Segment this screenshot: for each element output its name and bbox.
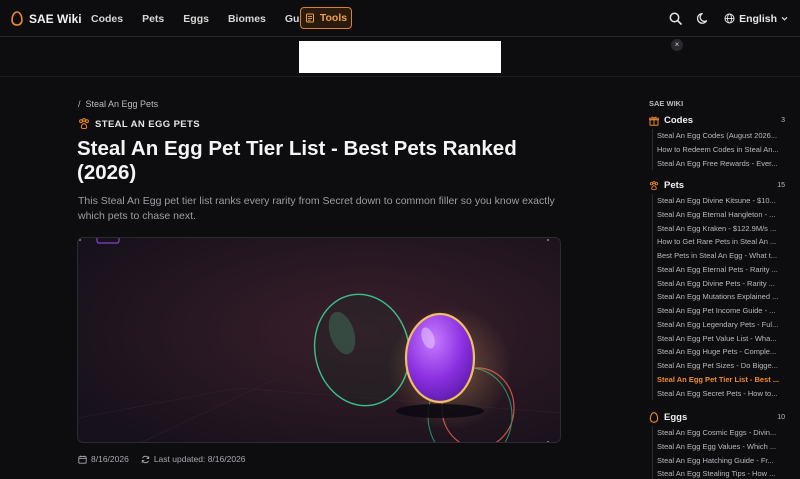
hero-egg-illustration	[78, 238, 560, 442]
published-date-text: 8/16/2026	[91, 454, 129, 464]
sidebar-link[interactable]: Steal An Egg Divine Kitsune - $10...	[653, 194, 785, 208]
egg-logo-icon	[11, 11, 23, 26]
sidebar-section-count: 3	[781, 117, 785, 124]
sidebar-link[interactable]: Steal An Egg Divine Pets - Rarity ...	[653, 277, 785, 291]
brand-link[interactable]: SAE Wiki	[11, 0, 82, 37]
updated-date: Last updated: 8/16/2026	[141, 454, 246, 464]
ad-close-button[interactable]: ×	[671, 39, 683, 51]
search-button[interactable]	[668, 12, 682, 26]
sidebar-link[interactable]: Steal An Egg Hatching Guide - Fr...	[653, 454, 785, 468]
updated-date-text: Last updated: 8/16/2026	[153, 454, 246, 464]
sidebar-title: SAE WIKI	[649, 99, 684, 108]
globe-icon	[724, 13, 735, 24]
sidebar-link[interactable]: Steal An Egg Codes (August 2026...	[653, 129, 785, 143]
sidebar-link[interactable]: Steal An Egg Pet Tier List - Best ...	[653, 373, 785, 387]
tools-button[interactable]: Tools	[300, 7, 352, 29]
sidebar-link[interactable]: Steal An Egg Pet Value List - Wha...	[653, 332, 785, 346]
category-label[interactable]: STEAL AN EGG PETS	[78, 118, 200, 130]
sidebar-link[interactable]: Steal An Egg Pet Sizes - Do Bigge...	[653, 359, 785, 373]
sidebar-link[interactable]: Steal An Egg Stealing Tips - How ...	[653, 467, 785, 479]
moon-icon	[696, 12, 707, 24]
breadcrumb-link[interactable]: Steal An Egg Pets	[86, 99, 159, 109]
gift-icon	[649, 116, 659, 126]
sidebar-link[interactable]: Steal An Egg Egg Values - Which ...	[653, 440, 785, 454]
language-selector[interactable]: English	[724, 13, 788, 25]
nav-link-codes[interactable]: Codes	[91, 13, 123, 25]
chevron-down-icon	[781, 16, 788, 21]
sidebar-link-list: Steal An Egg Codes (August 2026... How to…	[652, 129, 785, 171]
sidebar-link[interactable]: Steal An Egg Huge Pets - Comple...	[653, 345, 785, 359]
sidebar-section-label: Eggs	[664, 412, 688, 423]
calendar-icon	[78, 455, 87, 464]
sidebar-link[interactable]: Steal An Egg Mutations Explained ...	[653, 290, 785, 304]
sidebar-link[interactable]: Steal An Egg Eternal Hangleton - ...	[653, 208, 785, 222]
sidebar-section-eggs: Eggs 10 Steal An Egg Cosmic Eggs - Divin…	[649, 411, 785, 479]
sidebar-link-list: Steal An Egg Divine Kitsune - $10... Stea…	[652, 194, 785, 401]
sidebar-link[interactable]: Steal An Egg Free Rewards - Ever...	[653, 157, 785, 171]
sidebar-link[interactable]: How to Redeem Codes in Steal An...	[653, 143, 785, 157]
sidebar-link[interactable]: Steal An Egg Secret Pets - How to...	[653, 387, 785, 401]
sidebar-link[interactable]: Best Pets in Steal An Egg - What t...	[653, 249, 785, 263]
sidebar-link[interactable]: Steal An Egg Kraken - $122.9M/s ...	[653, 222, 785, 236]
search-icon	[669, 12, 682, 25]
sidebar-link[interactable]: Steal An Egg Legendary Pets - Ful...	[653, 318, 785, 332]
refresh-icon	[141, 455, 150, 463]
egg-icon	[649, 412, 659, 423]
sidebar-section-label: Pets	[664, 180, 685, 191]
category-text: STEAL AN EGG PETS	[95, 118, 200, 130]
sidebar-link[interactable]: Steal An Egg Eternal Pets - Rarity ...	[653, 263, 785, 277]
ad-banner: ×	[0, 37, 800, 77]
nav-actions: English	[668, 0, 788, 37]
sidebar-link[interactable]: How to Get Rare Pets in Steal An ...	[653, 235, 785, 249]
hero-image	[77, 237, 561, 443]
tools-label: Tools	[319, 12, 348, 24]
sidebar-section-codes: Codes 3 Steal An Egg Codes (August 2026.…	[649, 114, 785, 171]
sidebar-section-count: 15	[777, 182, 785, 189]
article-description: This Steal An Egg pet tier list ranks ev…	[78, 195, 555, 222]
sidebar-section-pets: Pets 15 Steal An Egg Divine Kitsune - $1…	[649, 179, 785, 401]
brand-name: SAE Wiki	[29, 11, 82, 26]
nav-link-eggs[interactable]: Eggs	[183, 13, 209, 25]
paw-icon	[649, 180, 659, 190]
sidebar-section-label: Codes	[664, 115, 694, 126]
published-date: 8/16/2026	[78, 454, 129, 464]
sidebar-link-list: Steal An Egg Cosmic Eggs - Divin... Steal…	[652, 426, 785, 479]
nav-link-pets[interactable]: Pets	[142, 13, 164, 25]
tools-icon	[305, 13, 314, 23]
breadcrumb: / Steal An Egg Pets	[78, 99, 158, 109]
sidebar-link[interactable]: Steal An Egg Cosmic Eggs - Divin...	[653, 426, 785, 440]
top-nav: SAE Wiki Codes Pets Eggs Biomes Guides T…	[0, 0, 800, 37]
sidebar-section-header[interactable]: Pets 15	[649, 179, 785, 192]
sidebar-link[interactable]: Steal An Egg Pet Income Guide - ...	[653, 304, 785, 318]
language-label: English	[739, 12, 777, 25]
breadcrumb-separator: /	[78, 99, 81, 109]
ad-slot[interactable]	[299, 41, 501, 73]
paw-icon	[79, 118, 89, 129]
nav-link-biomes[interactable]: Biomes	[228, 13, 266, 25]
sidebar-section-header[interactable]: Codes 3	[649, 114, 785, 127]
page-title: Steal An Egg Pet Tier List - Best Pets R…	[77, 137, 517, 184]
article-meta: 8/16/2026 Last updated: 8/16/2026	[78, 454, 246, 464]
sidebar-section-header[interactable]: Eggs 10	[649, 411, 785, 424]
theme-toggle[interactable]	[696, 12, 710, 26]
sidebar-section-count: 10	[777, 414, 785, 421]
